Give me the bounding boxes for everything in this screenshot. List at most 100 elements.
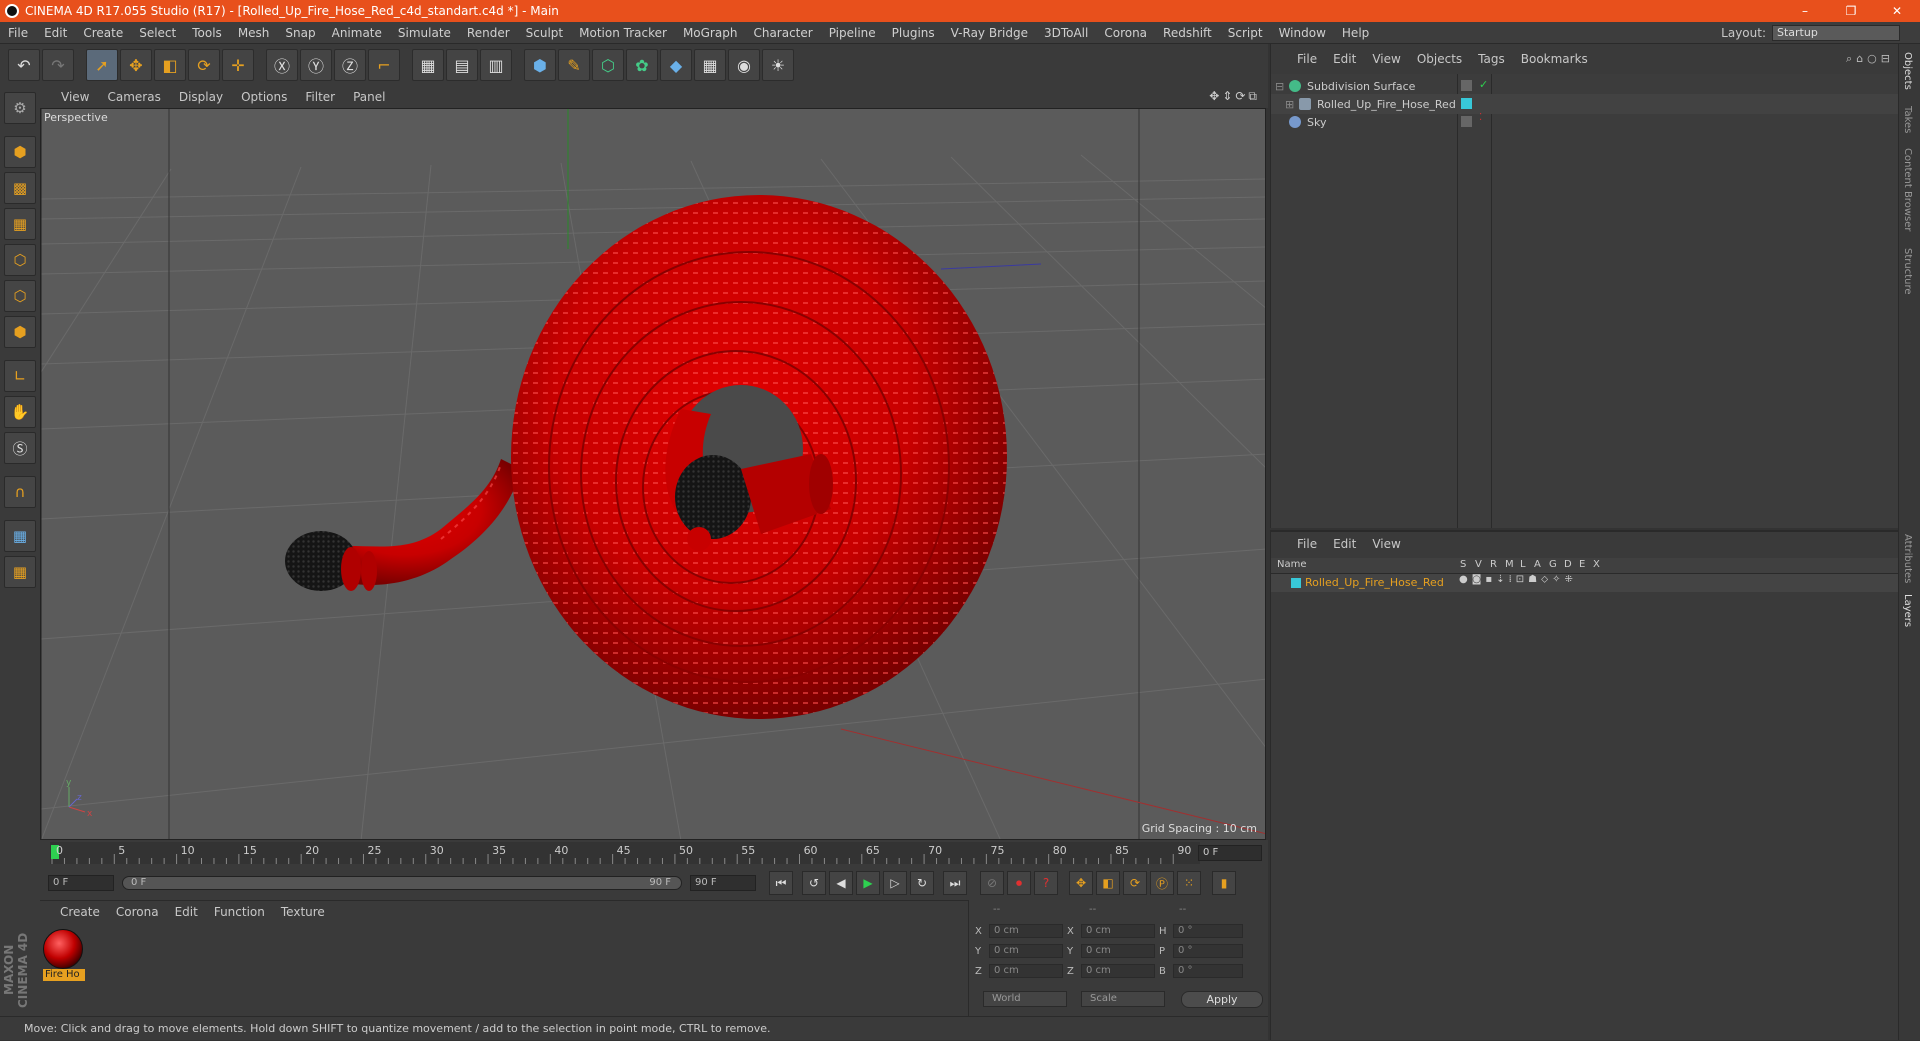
menu-sculpt[interactable]: Sculpt <box>518 22 571 44</box>
position-y-field[interactable]: 0 cm <box>989 944 1063 958</box>
goto-start-icon[interactable]: ⏮ <box>769 871 793 895</box>
viewport-menu-cameras[interactable]: Cameras <box>98 90 169 104</box>
object-row-sky[interactable]: Sky ⁚ <box>1271 112 1899 132</box>
y-axis-lock-icon[interactable]: Ⓨ <box>300 49 332 81</box>
size-y-field[interactable]: 0 cm <box>1081 944 1155 958</box>
viewport-menu-panel[interactable]: Panel <box>344 90 394 104</box>
layer-row[interactable]: Rolled_Up_Fire_Hose_Red ●◙▪⇣⁞⊡☗⬦✧⁜ <box>1271 574 1899 592</box>
undo-icon[interactable]: ↶ <box>8 49 40 81</box>
viewport-menu-display[interactable]: Display <box>170 90 232 104</box>
menu-redshift[interactable]: Redshift <box>1155 22 1220 44</box>
maximize-button[interactable]: ❐ <box>1828 0 1874 22</box>
autokey-icon[interactable]: ⏺ <box>1007 871 1031 895</box>
edges-mode-icon[interactable]: ⬡ <box>4 280 36 312</box>
menu-character[interactable]: Character <box>745 22 820 44</box>
material-menu-edit[interactable]: Edit <box>167 905 206 919</box>
viewport-menu-filter[interactable]: Filter <box>296 90 344 104</box>
timeline-ruler[interactable]: 0 5 10 15 20 25 30 35 40 45 50 55 60 65 70 75 80 85 90 0 F <box>40 840 1268 866</box>
magnet-icon[interactable]: ∩ <box>4 476 36 508</box>
viewport-menu-options[interactable]: Options <box>232 90 296 104</box>
object-menu-view[interactable]: View <box>1364 52 1408 66</box>
menu-script[interactable]: Script <box>1220 22 1271 44</box>
lock-workplane-icon[interactable]: ▦ <box>4 520 36 552</box>
coordinate-system-icon[interactable]: ⌐ <box>368 49 400 81</box>
rotation-b-field[interactable]: 0 ° <box>1173 964 1243 978</box>
subdivision-surface-icon[interactable]: ⬡ <box>592 49 624 81</box>
rotation-h-field[interactable]: 0 ° <box>1173 924 1243 938</box>
viewport-perspective[interactable]: y x z Perspective Grid Spacing : 10 cm <box>40 108 1266 840</box>
snap-icon[interactable]: Ⓢ <box>4 432 36 464</box>
menu-corona[interactable]: Corona <box>1096 22 1155 44</box>
minimize-button[interactable]: – <box>1782 0 1828 22</box>
layer-menu-edit[interactable]: Edit <box>1325 537 1364 551</box>
axis-mode-icon[interactable]: ∟ <box>4 360 36 392</box>
cube-primitive-icon[interactable]: ⬢ <box>524 49 556 81</box>
render-picture-viewer-icon[interactable]: ▤ <box>446 49 478 81</box>
start-frame-field[interactable]: 0 F <box>48 875 114 891</box>
texture-mode-icon[interactable]: ▩ <box>4 172 36 204</box>
object-menu-tags[interactable]: Tags <box>1470 52 1513 66</box>
light-icon[interactable]: ☀ <box>762 49 794 81</box>
key-parameter-icon[interactable]: Ⓟ <box>1150 871 1174 895</box>
menu-animate[interactable]: Animate <box>324 22 390 44</box>
size-z-field[interactable]: 0 cm <box>1081 964 1155 978</box>
object-menu-objects[interactable]: Objects <box>1409 52 1470 66</box>
previous-frame-icon[interactable]: ◀ <box>829 871 853 895</box>
size-x-field[interactable]: 0 cm <box>1081 924 1155 938</box>
tab-content-browser[interactable]: Content Browser <box>1902 148 1913 231</box>
z-axis-lock-icon[interactable]: Ⓩ <box>334 49 366 81</box>
close-button[interactable]: ✕ <box>1874 0 1920 22</box>
menu-simulate[interactable]: Simulate <box>390 22 459 44</box>
menu-motion-tracker[interactable]: Motion Tracker <box>571 22 675 44</box>
menu-edit[interactable]: Edit <box>36 22 75 44</box>
object-menu-file[interactable]: File <box>1289 52 1325 66</box>
tab-layers[interactable]: Layers <box>1902 594 1913 627</box>
menu-mograph[interactable]: MoGraph <box>675 22 746 44</box>
render-view-icon[interactable]: ▦ <box>412 49 444 81</box>
viewport-nav-icons[interactable]: ✥⇕⟳⧉ <box>1209 89 1260 104</box>
goto-previous-key-icon[interactable]: ↺ <box>802 871 826 895</box>
menu-select[interactable]: Select <box>131 22 184 44</box>
tab-structure[interactable]: Structure <box>1902 248 1913 295</box>
make-editable-icon[interactable]: ⚙ <box>4 92 36 124</box>
menu-plugins[interactable]: Plugins <box>884 22 943 44</box>
record-keys-icon[interactable]: ⊘ <box>980 871 1004 895</box>
goto-next-key-icon[interactable]: ↻ <box>910 871 934 895</box>
layout-dropdown[interactable]: Startup <box>1772 25 1900 41</box>
x-axis-lock-icon[interactable]: Ⓧ <box>266 49 298 81</box>
object-row-hose[interactable]: ⊞ Rolled_Up_Fire_Hose_Red <box>1271 94 1899 114</box>
enabled-check-icon[interactable]: ✓ <box>1479 78 1488 91</box>
camera-icon[interactable]: ◉ <box>728 49 760 81</box>
model-mode-icon[interactable]: ⬢ <box>4 136 36 168</box>
select-tool-icon[interactable]: ➚ <box>86 49 118 81</box>
object-row-subdivision[interactable]: ⊟ Subdivision Surface ✓ <box>1271 76 1899 96</box>
key-position-icon[interactable]: ✥ <box>1069 871 1093 895</box>
spline-pen-icon[interactable]: ✎ <box>558 49 590 81</box>
menu-window[interactable]: Window <box>1271 22 1334 44</box>
tab-attributes[interactable]: Attributes <box>1902 534 1913 583</box>
menu-3dtoall[interactable]: 3DToAll <box>1036 22 1096 44</box>
tweak-mode-icon[interactable]: ✋ <box>4 396 36 428</box>
scale-tool-icon[interactable]: ◧ <box>154 49 186 81</box>
coordinate-space-dropdown[interactable]: World <box>983 991 1067 1007</box>
position-x-field[interactable]: 0 cm <box>989 924 1063 938</box>
polygons-mode-icon[interactable]: ⬢ <box>4 316 36 348</box>
render-settings-icon[interactable]: ▥ <box>480 49 512 81</box>
floor-icon[interactable]: ▦ <box>694 49 726 81</box>
rotation-p-field[interactable]: 0 ° <box>1173 944 1243 958</box>
points-mode-icon[interactable]: ⬡ <box>4 244 36 276</box>
workplane-icon[interactable]: ▦ <box>4 208 36 240</box>
end-frame-field[interactable]: 90 F <box>690 875 756 891</box>
deformer-icon[interactable]: ◆ <box>660 49 692 81</box>
layer-menu-view[interactable]: View <box>1364 537 1408 551</box>
viewport-menu-view[interactable]: View <box>52 90 98 104</box>
menu-snap[interactable]: Snap <box>277 22 323 44</box>
tab-objects[interactable]: Objects <box>1902 52 1913 90</box>
material-menu-corona[interactable]: Corona <box>108 905 167 919</box>
redo-icon[interactable]: ↷ <box>42 49 74 81</box>
material-menu-texture[interactable]: Texture <box>273 905 333 919</box>
object-menu-edit[interactable]: Edit <box>1325 52 1364 66</box>
tab-takes[interactable]: Takes <box>1902 106 1913 133</box>
material-swatch[interactable]: Fire Ho <box>43 929 85 981</box>
planar-workplane-icon[interactable]: ▦ <box>4 556 36 588</box>
